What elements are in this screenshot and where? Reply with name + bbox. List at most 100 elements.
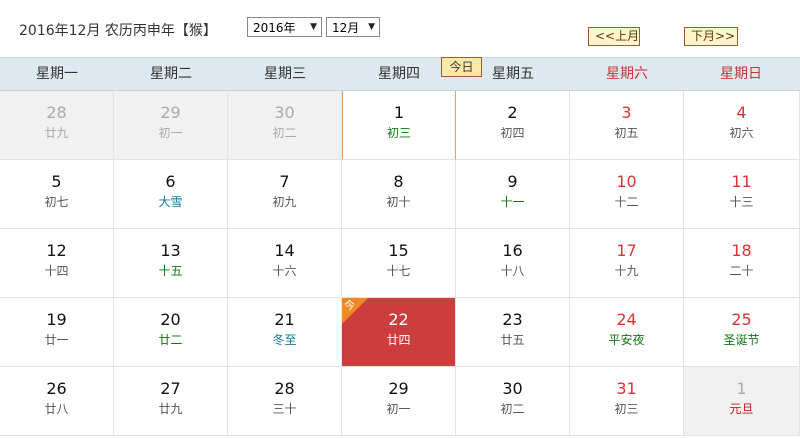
day-cell[interactable]: 30 初二	[456, 367, 570, 436]
year-select[interactable]: 2016年 ▼	[247, 17, 322, 37]
day-number: 13	[160, 241, 181, 260]
day-cell[interactable]: 6 大雪	[114, 160, 228, 229]
lunar-date: 初四	[500, 126, 525, 140]
day-cell[interactable]: 23 廿五	[456, 298, 570, 367]
day-number: 23	[502, 310, 523, 329]
day-number: 17	[616, 241, 637, 260]
day-cell[interactable]: 17 十九	[570, 229, 684, 298]
day-cell[interactable]: 28 廿九	[0, 91, 114, 160]
lunar-date: 廿九	[44, 126, 69, 140]
chevron-down-icon: ▼	[368, 22, 375, 32]
weekday-label: 星期六	[606, 66, 648, 82]
lunar-date: 廿五	[500, 333, 525, 347]
lunar-date: 十六	[272, 264, 297, 278]
lunar-date: 十八	[500, 264, 525, 278]
day-number: 30	[502, 379, 523, 398]
lunar-date: 初三	[386, 126, 411, 140]
day-cell[interactable]: 2 初四	[456, 91, 570, 160]
day-cell[interactable]: 11 十三	[684, 160, 800, 229]
weekday-label: 星期二	[150, 66, 192, 82]
day-number: 11	[731, 172, 752, 191]
day-cell[interactable]: 1 初三	[342, 91, 456, 160]
day-number: 29	[388, 379, 409, 398]
lunar-date: 廿一	[44, 333, 69, 347]
lunar-date: 十九	[614, 264, 639, 278]
lunar-date: 平安夜	[608, 333, 645, 347]
day-cell[interactable]: 28 三十	[228, 367, 342, 436]
day-number: 5	[51, 172, 62, 191]
next-month-button[interactable]: 下月>>	[684, 27, 738, 46]
lunar-date: 十七	[386, 264, 411, 278]
day-cell[interactable]: 29 初一	[342, 367, 456, 436]
calendar-header: 2016年12月 农历丙申年【猴】 2016年 ▼ 12月 ▼ <<上月 下月>…	[0, 0, 800, 57]
month-title: 2016年12月 农历丙申年【猴】	[19, 23, 217, 39]
day-cell[interactable]: 1 元旦	[684, 367, 800, 436]
lunar-date: 廿八	[44, 402, 69, 416]
weekday-label: 星期四	[378, 66, 420, 82]
day-number: 16	[502, 241, 523, 260]
day-cell[interactable]: 26 廿八	[0, 367, 114, 436]
day-cell[interactable]: 16 十八	[456, 229, 570, 298]
lunar-date: 初三	[614, 402, 639, 416]
day-number: 9	[507, 172, 518, 191]
month-select-value: 12月	[332, 21, 360, 35]
day-cell[interactable]: 7 初九	[228, 160, 342, 229]
day-cell[interactable]: 14 十六	[228, 229, 342, 298]
day-cell[interactable]: 21 冬至	[228, 298, 342, 367]
today-corner-label: 今	[344, 299, 355, 312]
day-number: 4	[736, 103, 747, 122]
day-cell[interactable]: 18 二十	[684, 229, 800, 298]
weekday-header-row: 星期一 星期二 星期三 星期四 星期五 星期六 星期日	[0, 57, 800, 91]
day-cell[interactable]: 31 初三	[570, 367, 684, 436]
day-cell[interactable]: 9 十一	[456, 160, 570, 229]
day-number: 24	[616, 310, 637, 329]
year-select-value: 2016年	[253, 21, 296, 35]
calendar-widget: 2016年12月 农历丙申年【猴】 2016年 ▼ 12月 ▼ <<上月 下月>…	[0, 0, 800, 439]
lunar-date: 初五	[614, 126, 639, 140]
lunar-date: 初十	[386, 195, 411, 209]
day-number: 12	[46, 241, 67, 260]
day-cell[interactable]: 24 平安夜	[570, 298, 684, 367]
day-number: 21	[274, 310, 295, 329]
lunar-date: 初一	[386, 402, 411, 416]
day-cell[interactable]: 30 初二	[228, 91, 342, 160]
day-cell[interactable]: 20 廿二	[114, 298, 228, 367]
prev-month-button[interactable]: <<上月	[588, 27, 640, 46]
day-cell[interactable]: 29 初一	[114, 91, 228, 160]
day-number: 25	[731, 310, 752, 329]
day-cell[interactable]: 8 初十	[342, 160, 456, 229]
lunar-date: 初二	[500, 402, 525, 416]
day-cell[interactable]: 13 十五	[114, 229, 228, 298]
lunar-date: 十四	[44, 264, 69, 278]
lunar-date: 廿二	[158, 333, 183, 347]
day-number: 20	[160, 310, 181, 329]
day-cell[interactable]: 3 初五	[570, 91, 684, 160]
day-number: 31	[616, 379, 637, 398]
day-number: 26	[46, 379, 67, 398]
day-cell[interactable]: 12 十四	[0, 229, 114, 298]
day-number: 6	[165, 172, 176, 191]
weekday-label: 星期日	[720, 66, 762, 82]
day-cell[interactable]: 19 廿一	[0, 298, 114, 367]
chevron-down-icon: ▼	[310, 22, 317, 32]
day-cell[interactable]: 5 初七	[0, 160, 114, 229]
day-number: 7	[279, 172, 290, 191]
lunar-date: 冬至	[272, 333, 297, 347]
day-cell[interactable]: 15 十七	[342, 229, 456, 298]
day-cell[interactable]: 27 廿九	[114, 367, 228, 436]
calendar-grid: 28 廿九 29 初一 30 初二 1 初三 2 初四 3 初五 4 初六 5 初七 6 大雪 7 初九 8 初十 9 十一 1…	[0, 91, 800, 439]
day-cell[interactable]: 25 圣诞节	[684, 298, 800, 367]
month-select[interactable]: 12月 ▼	[326, 17, 380, 37]
lunar-date: 圣诞节	[723, 333, 760, 347]
day-number: 19	[46, 310, 67, 329]
day-number: 3	[621, 103, 632, 122]
day-cell[interactable]: 4 初六	[684, 91, 800, 160]
lunar-date: 初六	[729, 126, 754, 140]
lunar-date: 大雪	[158, 195, 183, 209]
day-cell[interactable]: 10 十二	[570, 160, 684, 229]
lunar-date: 初九	[272, 195, 297, 209]
day-cell-today[interactable]: 今 22 廿四	[342, 298, 456, 367]
today-button[interactable]: 今日	[441, 57, 482, 77]
lunar-date: 元旦	[729, 402, 754, 416]
lunar-date: 十一	[500, 195, 525, 209]
